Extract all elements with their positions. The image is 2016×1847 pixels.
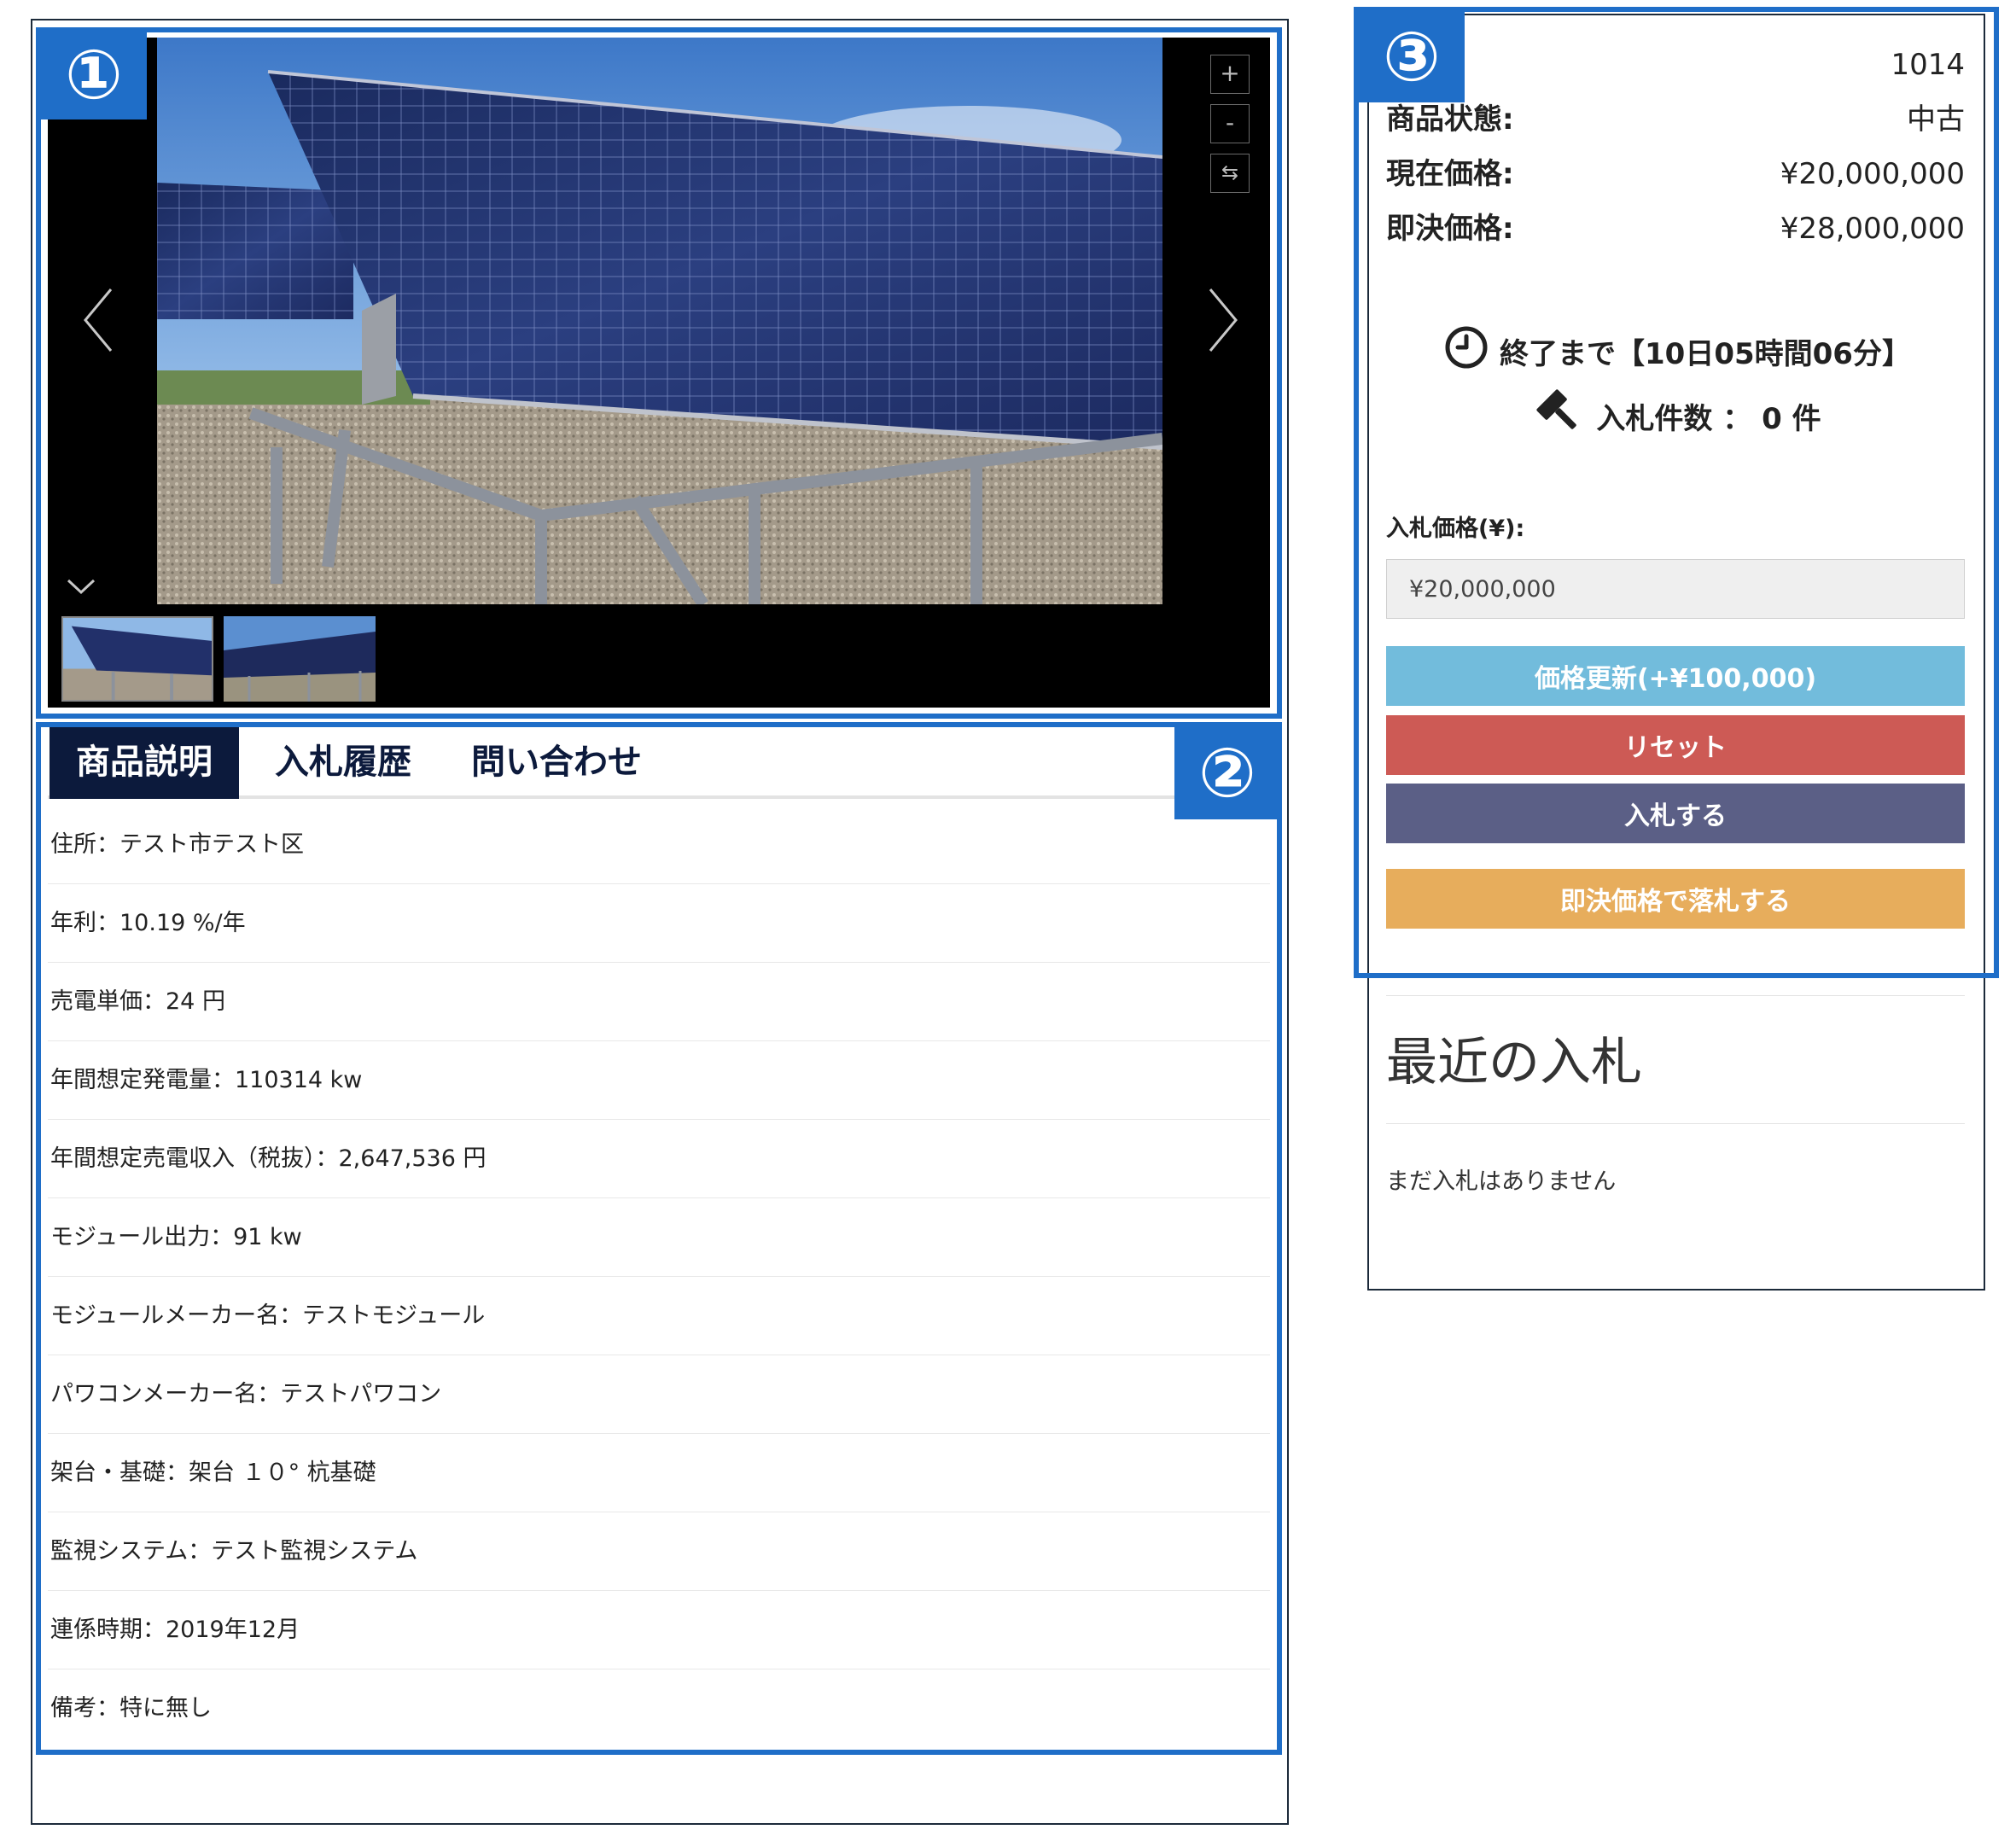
buy-now-price-label: 即決価格: [1386, 212, 1514, 246]
tab-inquiry[interactable]: 問い合わせ [461, 725, 652, 799]
gallery-thumbnail-1[interactable] [61, 616, 213, 702]
clock-icon [1443, 324, 1489, 378]
current-price-value: ¥20,000,000 [1780, 157, 1965, 191]
divider [1386, 995, 1965, 996]
description-row-module-maker: モジュールメーカー名：テストモジュール [48, 1277, 1270, 1355]
solar-panel-photo [157, 38, 1162, 604]
thumbnail-image [224, 616, 376, 702]
bid-count: 入札件数 ： 0 件 [1374, 386, 1980, 446]
current-price-label: 現在価格: [1386, 157, 1514, 191]
price-update-button[interactable]: 価格更新(+¥100,000) [1386, 646, 1965, 706]
place-bid-button[interactable]: 入札する [1386, 784, 1965, 843]
chevron-right-icon [1209, 288, 1238, 352]
chevron-down-icon [67, 579, 96, 595]
description-row-monitoring-system: 監視システム：テスト監視システム [48, 1512, 1270, 1591]
chevron-left-icon [84, 288, 113, 352]
recent-bids-heading: 最近の入札 [1386, 1033, 1642, 1092]
description-row-annual-yield: 年利：10.19 %/年 [48, 884, 1270, 963]
description-row-module-output: モジュール出力：91 kw [48, 1198, 1270, 1277]
reset-button[interactable]: リセット [1386, 715, 1965, 775]
gavel-icon [1533, 386, 1586, 446]
countdown: 終了まで【10日05時間06分】 [1374, 323, 1980, 379]
buy-now-button[interactable]: 即決価格で落札する [1386, 869, 1965, 929]
description-row-address: 住所：テスト市テスト区 [48, 806, 1270, 884]
thumbnails-toggle-button[interactable] [60, 570, 102, 604]
thumbnail-image [63, 618, 212, 700]
tab-bid-history[interactable]: 入札履歴 [254, 725, 432, 799]
bid-price-label: 入札価格(¥): [1386, 516, 1525, 542]
annotation-badge-2: ② [1174, 727, 1280, 819]
buy-now-price-value: ¥28,000,000 [1780, 212, 1965, 246]
countdown-text: 終了まで【10日05時間06分】 [1500, 336, 1911, 371]
main-product-photo [157, 38, 1162, 604]
description-row-notes: 備考：特に無し [50, 1695, 212, 1722]
description-row-annual-revenue: 年間想定売電収入（税抜）：2,647,536 円 [48, 1120, 1270, 1198]
divider [1386, 1123, 1965, 1124]
zoom-in-button[interactable]: + [1210, 55, 1250, 94]
seller-id-value: 1014 [1891, 48, 1965, 82]
zoom-out-button[interactable]: - [1210, 104, 1250, 143]
description-row-annual-generation: 年間想定発電量：110314 kw [48, 1041, 1270, 1120]
tab-product-description[interactable]: 商品説明 [50, 725, 239, 799]
prev-image-button[interactable] [73, 277, 125, 363]
description-row-mount-foundation: 架台・基礎：架台 １０° 杭基礎 [48, 1434, 1270, 1512]
description-row-unit-price: 売電単価：24 円 [48, 963, 1270, 1041]
bid-count-text: 入札件数 ： 0 件 [1596, 401, 1821, 436]
next-image-button[interactable] [1197, 277, 1248, 363]
bid-price-input[interactable] [1386, 559, 1965, 619]
condition-value: 中古 [1907, 102, 1965, 137]
gallery-thumbnail-2[interactable] [224, 616, 376, 702]
description-row-grid-connection: 連係時期：2019年12月 [48, 1591, 1270, 1669]
rotate-button[interactable]: ⇆ [1210, 154, 1250, 193]
description-row-inverter-maker: パワコンメーカー名：テストパワコン [48, 1355, 1270, 1434]
no-bids-message: まだ入札はありません [1386, 1168, 1617, 1195]
annotation-badge-3: ③ [1359, 12, 1465, 102]
annotation-badge-1: ① [41, 31, 147, 119]
